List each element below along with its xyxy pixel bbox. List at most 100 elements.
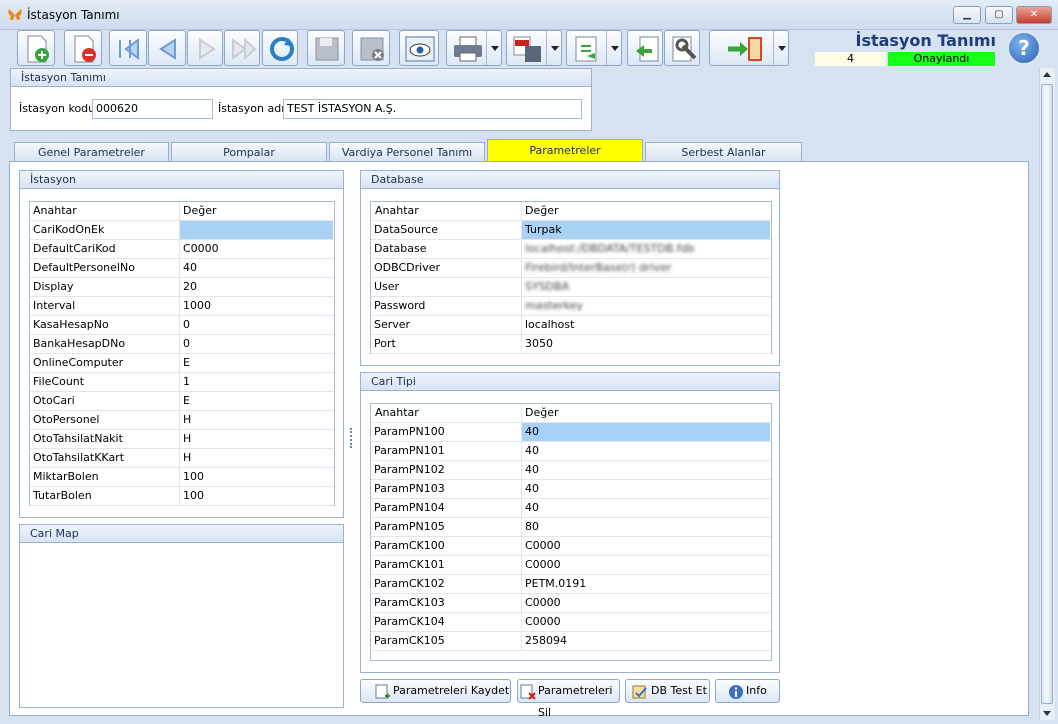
export-dropdown[interactable]: [606, 31, 621, 65]
table-row[interactable]: OtoPersonel H: [30, 411, 334, 430]
istasyon-grid[interactable]: Anahtar Değer CariKodOnEk DefaultCariKod C00…: [29, 201, 335, 506]
cancel-save-button[interactable]: [352, 30, 390, 66]
row-value: C0000: [183, 242, 219, 255]
delete-params-button[interactable]: Parametreleri Sil: [517, 679, 620, 719]
pdf-save-dropdown[interactable]: [546, 31, 561, 65]
table-row[interactable]: ParamPN105 80: [371, 518, 771, 537]
table-row[interactable]: ParamCK101 C0000: [371, 556, 771, 575]
scroll-up-icon[interactable]: [1043, 72, 1051, 77]
grid-header: Anahtar Değer: [30, 202, 334, 221]
cari-map-panel: Cari Map: [19, 524, 344, 708]
minimize-button[interactable]: ▁: [953, 6, 981, 24]
column-header-value: Değer: [525, 204, 559, 217]
save-params-button[interactable]: Parametreleri Kaydet: [360, 679, 511, 703]
row-key: CariKodOnEk: [33, 223, 105, 236]
istasyon-panel: İstasyon Anahtar Değer CariKodOnEk DefaultC…: [19, 170, 344, 518]
splitter-handle[interactable]: [350, 428, 354, 448]
table-row[interactable]: Database localhost:/DBDATA/TESTDB.fdb: [371, 240, 771, 259]
new-button[interactable]: [17, 30, 55, 66]
exit-button[interactable]: [709, 30, 789, 66]
save-button[interactable]: [307, 30, 345, 66]
info-button[interactable]: Info: [715, 679, 780, 703]
table-row[interactable]: BankaHesapDNo 0: [30, 335, 334, 354]
tab-genel-parametreler[interactable]: Genel Parametreler: [14, 142, 169, 163]
row-key: ParamPN100: [374, 425, 445, 438]
save-icon: [315, 37, 339, 61]
import-button[interactable]: [627, 30, 663, 66]
print-button[interactable]: [446, 30, 502, 66]
table-row[interactable]: MiktarBolen 100: [30, 468, 334, 487]
refresh-button[interactable]: [262, 30, 298, 66]
table-row[interactable]: DefaultCariKod C0000: [30, 240, 334, 259]
table-row[interactable]: ParamPN101 40: [371, 442, 771, 461]
help-button[interactable]: ?: [1007, 31, 1041, 65]
row-key: ParamPN104: [374, 501, 445, 514]
status-badge: Onaylandı: [888, 52, 995, 66]
table-row[interactable]: ParamPN100 40: [371, 423, 771, 442]
row-value: 40: [525, 501, 539, 514]
row-key: Interval: [33, 299, 76, 312]
last-button[interactable]: [224, 30, 260, 66]
table-row[interactable]: OtoTahsilatNakit H: [30, 430, 334, 449]
table-row[interactable]: ParamCK104 C0000: [371, 613, 771, 632]
grid-header: Anahtar Değer: [371, 202, 771, 221]
close-button[interactable]: ✕: [1016, 6, 1052, 24]
table-row[interactable]: Port 3050: [371, 335, 771, 354]
table-row[interactable]: DefaultPersonelNo 40: [30, 259, 334, 278]
table-row[interactable]: DataSource Turpak: [371, 221, 771, 240]
row-value: 1: [183, 375, 190, 388]
table-row[interactable]: ParamCK102 PETM.0191: [371, 575, 771, 594]
table-row[interactable]: OtoCari E: [30, 392, 334, 411]
table-row[interactable]: ParamPN104 40: [371, 499, 771, 518]
table-row[interactable]: TutarBolen 100: [30, 487, 334, 506]
delete-params-icon: [520, 684, 536, 700]
print-dropdown[interactable]: [486, 31, 501, 65]
table-row[interactable]: Server localhost: [371, 316, 771, 335]
table-row[interactable]: ParamCK105 258094: [371, 632, 771, 651]
table-row[interactable]: Interval 1000: [30, 297, 334, 316]
station-group: İstasyon Tanımı İstasyon kodu 000620 İst…: [10, 68, 592, 131]
tab-parametreler[interactable]: Parametreler: [487, 139, 643, 163]
station-group-title: İstasyon Tanımı: [11, 69, 591, 87]
scroll-thumb[interactable]: [1041, 84, 1053, 704]
row-key: DefaultCariKod: [33, 242, 116, 255]
table-row[interactable]: Password masterkey: [371, 297, 771, 316]
delete-button[interactable]: [64, 30, 102, 66]
row-key: MiktarBolen: [33, 470, 99, 483]
table-row[interactable]: OtoTahsilatKKart H: [30, 449, 334, 468]
preview-button[interactable]: [399, 30, 439, 66]
table-row[interactable]: KasaHesapNo 0: [30, 316, 334, 335]
table-row[interactable]: ParamCK100 C0000: [371, 537, 771, 556]
station-code-input[interactable]: 000620: [92, 99, 213, 119]
table-row[interactable]: Display 20: [30, 278, 334, 297]
settings-button[interactable]: [664, 30, 700, 66]
exit-dropdown[interactable]: [773, 31, 788, 65]
db-test-button[interactable]: DB Test Et: [625, 679, 710, 703]
table-row[interactable]: CariKodOnEk: [30, 221, 334, 240]
table-row[interactable]: ParamPN103 40: [371, 480, 771, 499]
table-row[interactable]: FileCount 1: [30, 373, 334, 392]
export-button[interactable]: [566, 30, 622, 66]
first-button[interactable]: [109, 30, 147, 66]
tab-serbest-alanlar[interactable]: Serbest Alanlar: [645, 142, 802, 163]
prev-button[interactable]: [148, 30, 186, 66]
table-row[interactable]: ODBCDriver Firebird/InterBase(r) driver: [371, 259, 771, 278]
row-key: ParamPN103: [374, 482, 445, 495]
table-row[interactable]: User SYSDBA: [371, 278, 771, 297]
row-value: E: [183, 394, 190, 407]
settings-icon: [672, 36, 697, 62]
table-row[interactable]: ParamPN102 40: [371, 461, 771, 480]
pdf-save-button[interactable]: [506, 30, 562, 66]
station-name-input[interactable]: TEST İSTASYON A.Ş.: [283, 99, 582, 119]
print-icon: [454, 36, 482, 62]
next-button[interactable]: [187, 30, 223, 66]
table-row[interactable]: OnlineComputer E: [30, 354, 334, 373]
row-key: KasaHesapNo: [33, 318, 109, 331]
cari-tipi-grid[interactable]: Anahtar Değer ParamPN100 40 ParamPN101 40 Para…: [370, 403, 772, 661]
table-row[interactable]: ParamCK103 C0000: [371, 594, 771, 613]
database-grid[interactable]: Anahtar Değer DataSource Turpak Database loca…: [370, 201, 772, 354]
scroll-down-icon[interactable]: [1043, 711, 1051, 716]
tab-pompalar[interactable]: Pompalar: [171, 142, 327, 163]
maximize-button[interactable]: ▢: [985, 6, 1013, 24]
tab-vardiya-personel[interactable]: Vardiya Personel Tanımı: [329, 142, 485, 163]
